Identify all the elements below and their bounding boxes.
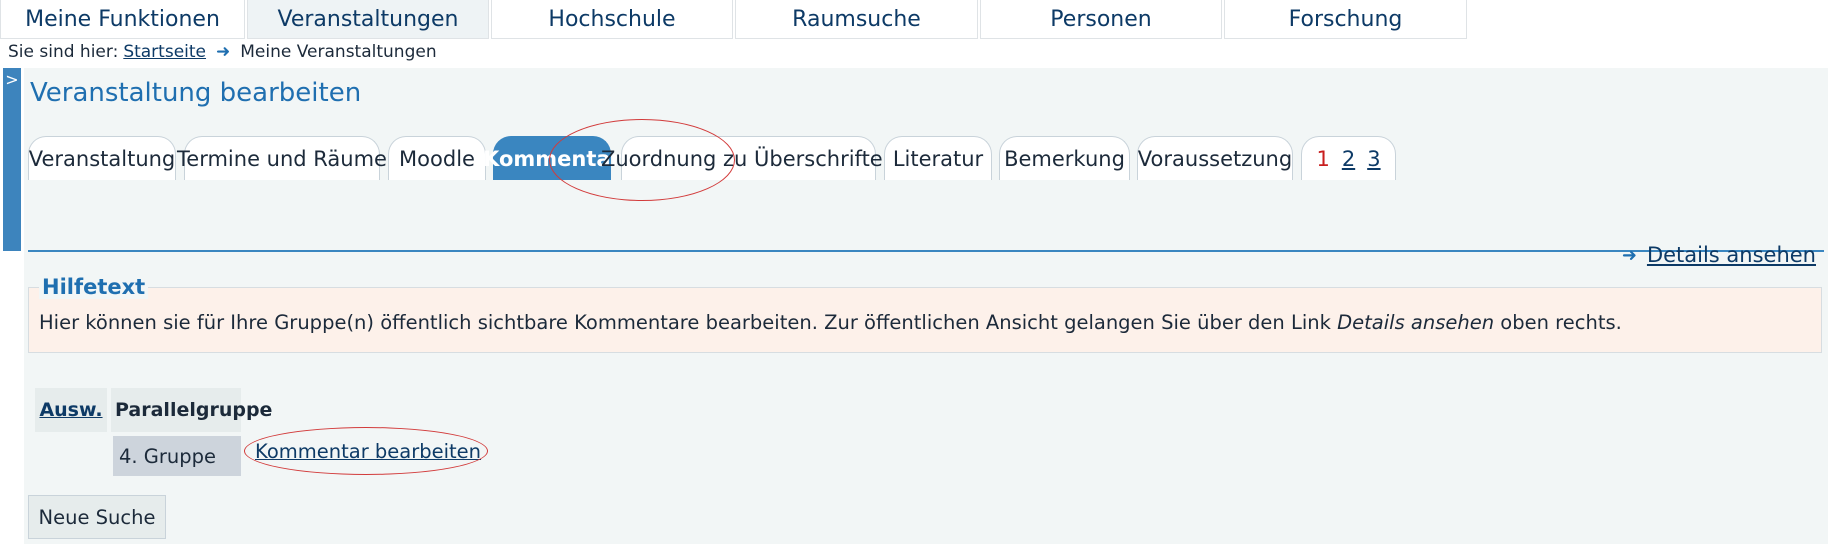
top-navigation: Meine Funktionen Veranstaltungen Hochsch… [0,0,1828,39]
nav-personen[interactable]: Personen [980,0,1222,39]
breadcrumb-prefix: Sie sind hier: [8,42,119,62]
nav-forschung[interactable]: Forschung [1224,0,1467,39]
details-link-label: Details ansehen [1646,243,1816,267]
nav-meine-funktionen[interactable]: Meine Funktionen [0,0,245,39]
nav-hochschule[interactable]: Hochschule [491,0,733,39]
tab-voraussetzung[interactable]: Voraussetzung [1137,136,1293,180]
main-panel: Veranstaltung bearbeiten Veranstaltung T… [24,68,1828,544]
arrow-right-icon: ➜ [216,42,231,62]
nav-raumsuche[interactable]: Raumsuche [735,0,978,39]
column-header-ausw[interactable]: Ausw. [35,388,107,432]
new-search-button[interactable]: Neue Suche [28,495,166,539]
help-text-italic: Details ansehen [1337,311,1495,334]
tab-underline [28,250,1824,252]
edit-comment-link[interactable]: Kommentar bearbeiten [255,440,481,463]
breadcrumb: Sie sind hier: Startseite ➜ Meine Verans… [8,41,437,63]
page-3-link[interactable]: 3 [1367,147,1380,171]
details-link[interactable]: ➜ Details ansehen [1622,243,1816,267]
help-text-before: Hier können sie für Ihre Gruppe(n) öffen… [39,311,1338,334]
page-title: Veranstaltung bearbeiten [30,78,362,108]
breadcrumb-home-link[interactable]: Startseite [123,42,206,62]
tab-termine-und-raeume[interactable]: Termine und Räume [177,136,387,180]
tab-kommentar[interactable]: Kommentar [483,136,621,180]
page-1: 1 [1316,146,1330,171]
tab-pager: 1 2 3 [1301,136,1396,180]
sidebar-toggle-button[interactable]: > [3,68,21,251]
help-box: Hilfetext Hier können sie für Ihre Grupp… [28,275,1822,353]
tab-literatur[interactable]: Literatur [884,136,992,180]
chevron-right-icon: > [5,70,19,89]
tab-veranstaltung[interactable]: Veranstaltung [28,136,176,180]
help-text-after: oben rechts. [1494,311,1622,334]
help-legend: Hilfetext [39,275,149,299]
help-text: Hier können sie für Ihre Gruppe(n) öffen… [39,311,1622,334]
column-header-parallelgruppe: Parallelgruppe [111,388,272,432]
arrow-right-icon: ➜ [1621,244,1637,266]
nav-veranstaltungen[interactable]: Veranstaltungen [247,0,489,39]
breadcrumb-current: Meine Veranstaltungen [240,42,437,62]
tab-zuordnung-zu-ueberschriften[interactable]: Zuordnung zu Überschriften [601,136,896,180]
tab-bemerkung[interactable]: Bemerkung [999,136,1130,180]
page-2-link[interactable]: 2 [1342,147,1355,171]
tab-moodle[interactable]: Moodle [388,136,486,180]
table-row-group: 4. Gruppe [113,436,241,476]
